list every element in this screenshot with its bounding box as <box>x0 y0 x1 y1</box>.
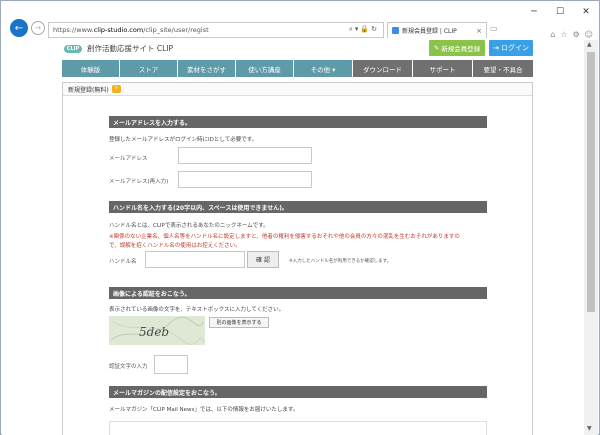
email-label: メールアドレス <box>109 156 148 162</box>
handle-input[interactable] <box>145 251 245 268</box>
tab-title: 新規会員登録 | CLIP <box>402 28 457 35</box>
forward-arrow-icon: → <box>35 24 41 32</box>
section-captcha-title: 画像による認証をおこなう。 <box>109 287 487 299</box>
mail-options-box <box>109 421 487 435</box>
check-handle-button[interactable]: 確 認 <box>247 251 279 268</box>
edit-icon: ✎ <box>433 44 442 52</box>
feedback-smiley-icon[interactable]: ☺ <box>585 30 593 39</box>
form-title: 新規登録(無料) <box>68 86 109 94</box>
toolbar-right-icons: ⌂ ☆ ⚙ ☺ <box>550 30 593 39</box>
handle-note: ※入力したハンドル名が利用できるか確認します。 <box>289 259 392 264</box>
captcha-input[interactable] <box>154 355 188 374</box>
address-tools[interactable]: ⌕▾🔒↻ <box>349 25 379 34</box>
web-page: CLIP 創作活動応援サイト CLIP ✎ 新規会員登録 ⇥ ログイン 体験版 … <box>2 40 585 435</box>
scroll-down-icon[interactable]: ▼ <box>587 425 592 432</box>
refresh-captcha-button[interactable]: 別の画像を表示する <box>209 317 269 328</box>
address-bar[interactable]: https://www. clip-studio.com/clip_site/us… <box>48 22 384 38</box>
login-button[interactable]: ⇥ ログイン <box>489 40 533 56</box>
email-input[interactable] <box>178 147 312 164</box>
back-arrow-icon: ← <box>14 22 24 34</box>
login-icon: ⇥ <box>492 44 502 52</box>
registration-form: 新規登録(無料) ? メールアドレスを入力する。 登録したメールアドレスがログイ… <box>62 82 533 435</box>
home-icon[interactable]: ⌂ <box>550 30 555 39</box>
captcha-image: 5deb <box>109 316 205 345</box>
scroll-thumb[interactable] <box>587 52 595 312</box>
captcha-desc: 表示されている画像の文字を、テキストボックスに入力してください。 <box>109 307 285 313</box>
login-label: ログイン <box>501 44 530 52</box>
nav-item-support[interactable]: サポート <box>413 60 473 77</box>
email-confirm-label: メールアドレス(再入力) <box>109 179 169 185</box>
global-nav: 体験版 ストア 素材をさがす 使い方講座 その他 ▾ ダウンロード サポート 要… <box>62 60 533 77</box>
settings-gear-icon[interactable]: ⚙ <box>572 30 579 39</box>
handle-warning-line2: で、誤解を招くハンドル名の使用はお控えください。 <box>109 243 241 249</box>
favorites-star-icon[interactable]: ☆ <box>560 30 567 39</box>
new-tab-button[interactable]: ▭ <box>490 24 502 36</box>
url-prefix: https://www. <box>53 26 94 34</box>
url-domain: clip-studio.com <box>93 26 144 34</box>
page-scrollbar[interactable]: ▲ ▼ <box>584 40 598 435</box>
favicon-icon <box>392 27 399 34</box>
email-desc: 登録したメールアドレスがログイン時にIDとして必要です。 <box>109 137 258 143</box>
site-name: 創作活動応援サイト CLIP <box>87 44 174 53</box>
nav-item-requests[interactable]: 要望・不具合 <box>473 60 533 77</box>
captcha-image-graphic: 5deb <box>110 316 205 345</box>
help-icon[interactable]: ? <box>111 85 121 93</box>
site-logo[interactable]: CLIP 創作活動応援サイト CLIP <box>64 43 173 54</box>
close-tab-icon[interactable]: × <box>476 27 482 35</box>
url-path: /clip_site/user/regist <box>143 26 209 34</box>
clip-logo-mark: CLIP <box>64 44 82 53</box>
scroll-up-icon[interactable]: ▲ <box>587 41 592 48</box>
nav-item-store[interactable]: ストア <box>120 60 178 77</box>
captcha-input-label: 認証文字の入力 <box>109 364 148 370</box>
browser-window: ─ ☐ ✕ ← → https://www. clip-studio.com/cl… <box>0 0 600 435</box>
nav-item-download[interactable]: ダウンロード <box>353 60 413 77</box>
handle-label: ハンドル名 <box>109 259 137 265</box>
section-handle-title: ハンドル名を入力する(20字以内、スペースは使用できません)。 <box>109 201 487 213</box>
forward-button[interactable]: → <box>31 21 45 35</box>
nav-item-materials[interactable]: 素材をさがす <box>178 60 236 77</box>
nav-item-tutorials[interactable]: 使い方講座 <box>236 60 294 77</box>
register-label: 新規会員登録 <box>441 45 481 53</box>
browser-tab[interactable]: 新規会員登録 | CLIP × <box>387 22 487 38</box>
register-button[interactable]: ✎ 新規会員登録 <box>429 40 485 56</box>
captcha-text: 5deb <box>139 325 169 339</box>
handle-desc: ハンドル名とは、CLIPで表示されるあなたのニックネームです。 <box>109 223 269 229</box>
back-button[interactable]: ← <box>10 19 28 37</box>
nav-item-trial[interactable]: 体験版 <box>62 60 120 77</box>
browser-toolbar: ← → https://www. clip-studio.com/clip_sit… <box>1 11 600 41</box>
nav-item-others[interactable]: その他 ▾ <box>294 60 353 77</box>
section-email-title: メールアドレスを入力する。 <box>109 116 487 128</box>
mail-desc: メールマガジン「CLIP Mail News」では、以下の情報をお届けいたします… <box>109 407 299 413</box>
section-mail-title: メールマガジンの配信設定をおこなう。 <box>109 386 487 398</box>
form-heading: 新規登録(無料) ? <box>63 83 532 96</box>
handle-warning-line1: ※関係のない企業名、個人名等をハンドル名に設定しますと、他者の権利を侵害するおそ… <box>109 234 460 240</box>
email-confirm-input[interactable] <box>178 171 312 188</box>
